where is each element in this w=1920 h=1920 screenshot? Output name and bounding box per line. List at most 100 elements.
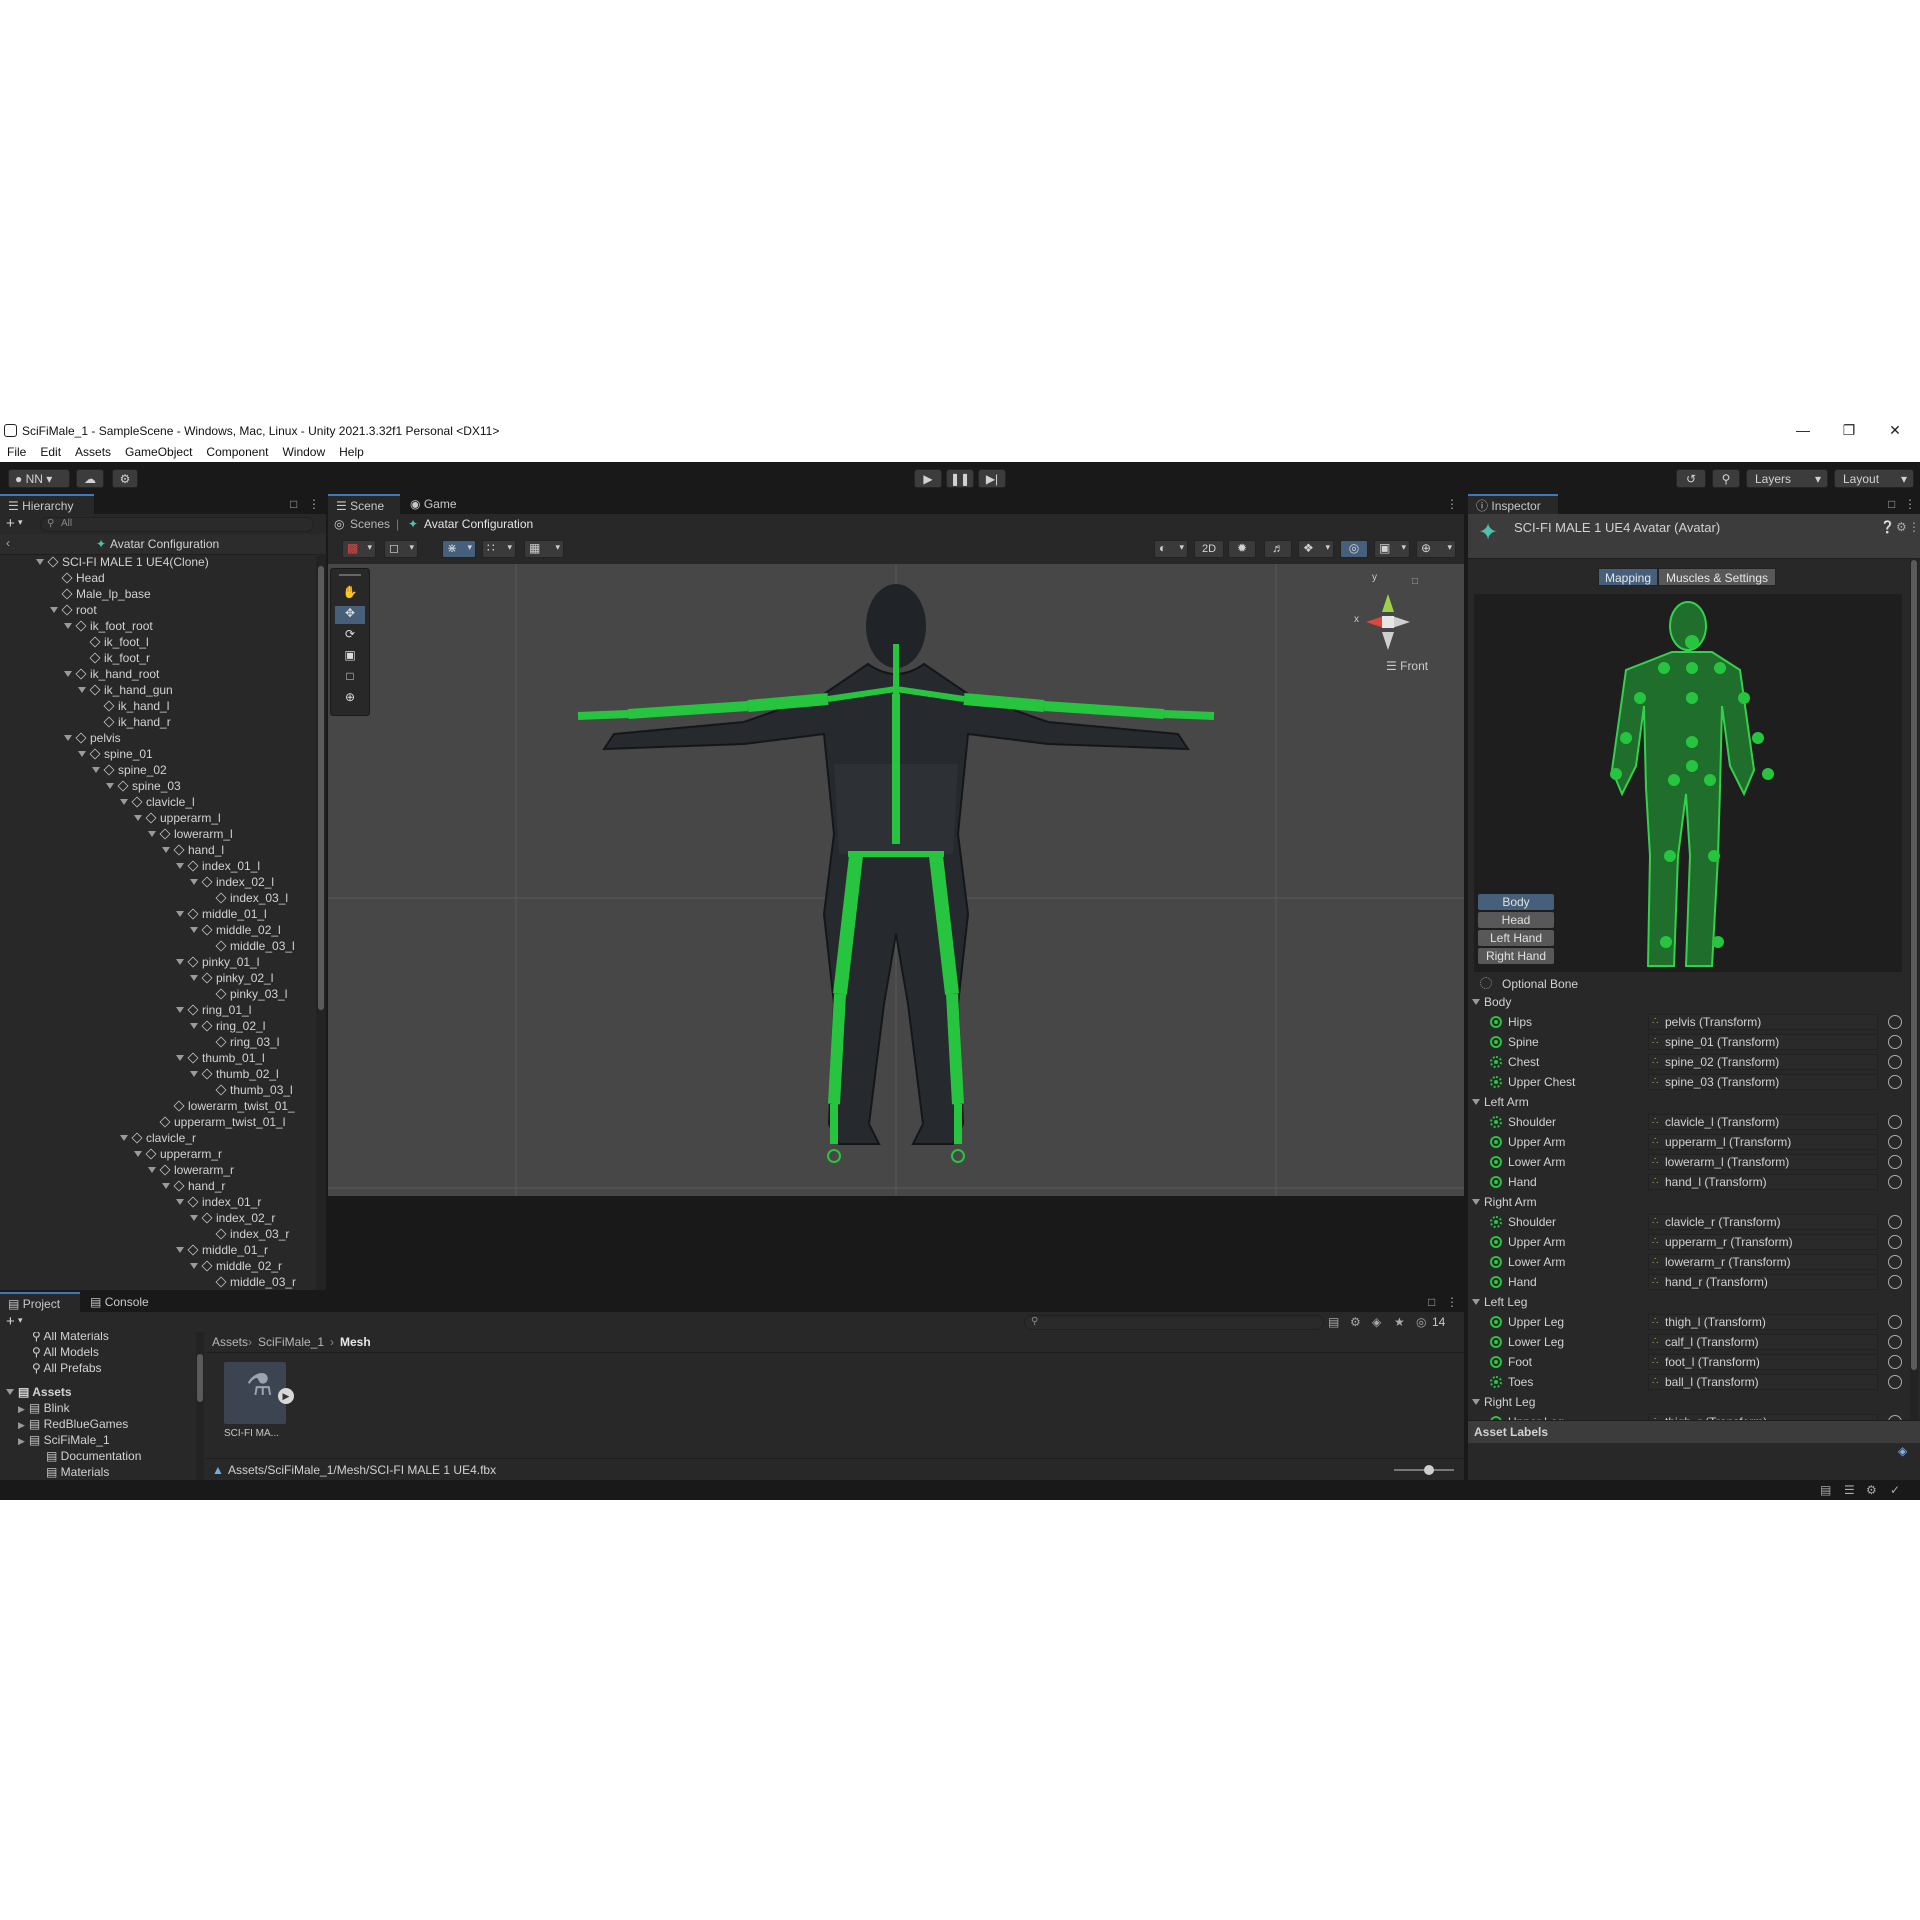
slider-handle[interactable] [1424,1465,1434,1475]
increment-snap-toggle[interactable]: ▦ ▾ [524,540,564,558]
bone-status-icon[interactable] [1490,1336,1502,1348]
bone-transform-field[interactable]: ∴ spine_03 (Transform) [1648,1074,1878,1090]
hierarchy-item[interactable]: lowerarm_twist_01_ [162,1098,295,1114]
bone-status-icon[interactable] [1490,1176,1502,1188]
hierarchy-item[interactable]: middle_03_l [204,938,295,954]
fold-arrow-icon[interactable] [78,751,86,757]
lock-icon[interactable]: □ [290,497,297,511]
menu-edit[interactable]: Edit [33,442,68,459]
hierarchy-item[interactable]: clavicle_l [120,794,195,810]
grid-snap-toggle[interactable]: ⋇ ▾ [442,540,476,558]
bone-group-header[interactable]: Body [1472,994,1511,1010]
cloud-button[interactable]: ☁ [76,469,104,488]
lock-icon[interactable]: □ [1428,1295,1435,1309]
bone-status-icon[interactable] [1490,1276,1502,1288]
object-picker-icon[interactable] [1888,1035,1902,1049]
hierarchy-item[interactable]: middle_02_r [190,1258,282,1274]
scale-tool-icon[interactable]: ▣ [335,648,365,666]
2d-toggle[interactable]: 2D [1194,540,1224,558]
object-picker-icon[interactable] [1888,1115,1902,1129]
scene-viewport[interactable]: y x □ ☰ Front ✋ ✥ ⟳ ▣ □ ⊕ [328,564,1464,1196]
fold-arrow-icon[interactable] [190,879,198,885]
breadcrumb-assets[interactable]: Assets [212,1335,248,1349]
gizmos-dropdown[interactable]: ⊕ ▾ [1416,540,1456,558]
folder-item[interactable]: ▶ ▤ SciFiMale_1 [18,1432,110,1448]
object-picker-icon[interactable] [1888,1155,1902,1169]
hierarchy-item[interactable]: ik_hand_gun [78,682,173,698]
bone-group-header[interactable]: Right Leg [1472,1394,1535,1410]
tab-inspector[interactable]: ⓘ Inspector [1468,494,1558,514]
bone-transform-field[interactable]: ∴ upperarm_r (Transform) [1648,1234,1878,1250]
fold-arrow-icon[interactable] [162,1183,170,1189]
object-picker-icon[interactable] [1888,1275,1902,1289]
bone-status-icon[interactable] [1490,1236,1502,1248]
object-picker-icon[interactable] [1888,1015,1902,1029]
chevron-down-icon[interactable]: ▾ [18,1315,23,1326]
fold-arrow-icon[interactable]: ▶ [18,1436,25,1446]
grid-visibility-toggle[interactable]: ∷ ▾ [482,540,516,558]
fold-arrow-icon[interactable] [1472,1099,1480,1105]
bone-transform-field[interactable]: ∴ lowerarm_l (Transform) [1648,1154,1878,1170]
orientation-gizmo[interactable] [1366,594,1410,650]
fold-arrow-icon[interactable] [78,687,86,693]
fold-arrow-icon[interactable] [190,927,198,933]
hierarchy-item[interactable]: pinky_01_l [176,954,259,970]
hierarchy-item[interactable]: index_03_l [204,890,288,906]
expand-asset-icon[interactable]: ▶ [278,1388,294,1404]
fold-arrow-icon[interactable] [134,815,142,821]
play-button[interactable]: ▶ [914,469,942,488]
menu-window[interactable]: Window [275,442,332,459]
hierarchy-item[interactable]: clavicle_r [120,1130,196,1146]
hierarchy-scrollbar[interactable] [316,554,326,1290]
hierarchy-item[interactable]: ik_foot_r [78,650,150,666]
lock-icon[interactable]: □ [1888,497,1895,511]
fold-arrow-icon[interactable] [190,1215,198,1221]
assets-root[interactable]: ▤ Assets [6,1384,72,1400]
gizmo-view-label[interactable]: ☰ Front [1386,659,1428,673]
tab-hierarchy[interactable]: ☰ Hierarchy [0,494,94,514]
menu-gameobject[interactable]: GameObject [118,442,199,459]
history-button[interactable]: ↺ [1676,469,1706,488]
bone-status-icon[interactable] [1490,1016,1502,1028]
audio-toggle[interactable]: ♬ [1264,540,1292,558]
hierarchy-item[interactable]: lowerarm_l [148,826,233,842]
fold-arrow-icon[interactable] [176,1055,184,1061]
hierarchy-item[interactable]: ring_02_l [190,1018,265,1034]
hierarchy-item[interactable]: ik_hand_root [64,666,159,682]
object-picker-icon[interactable] [1888,1075,1902,1089]
hierarchy-item[interactable]: ik_hand_l [92,698,169,714]
hierarchy-item[interactable]: index_01_r [176,1194,261,1210]
shading-mode-dropdown[interactable]: ◐ ▾ [1154,540,1188,558]
hierarchy-item[interactable]: root [50,602,97,618]
breadcrumb-mesh[interactable]: Mesh [340,1335,371,1349]
fold-arrow-icon[interactable] [148,1167,156,1173]
favorite-all-prefabs[interactable]: ⚲ All Prefabs [32,1360,102,1376]
rotate-tool-icon[interactable]: ⟳ [335,627,365,645]
fold-arrow-icon[interactable] [1472,1199,1480,1205]
hierarchy-item[interactable]: thumb_02_l [190,1066,279,1082]
filter-icon[interactable]: ⚙ [1350,1315,1361,1329]
lock-icon[interactable]: □ [1412,576,1418,587]
fold-arrow-icon[interactable] [36,559,44,565]
scrollbar-thumb[interactable] [318,566,324,1010]
hierarchy-item[interactable]: spine_01 [78,746,153,762]
hierarchy-search-input[interactable]: ⚲ All [40,517,314,532]
hierarchy-item[interactable]: index_01_l [176,858,260,874]
camera-dropdown[interactable]: ▣ ▾ [1374,540,1410,558]
fold-arrow-icon[interactable] [134,1151,142,1157]
kebab-menu-icon[interactable]: ⋮ [308,497,320,511]
menu-help[interactable]: Help [332,442,371,459]
layers-dropdown[interactable]: Layers ▾ [1746,469,1828,488]
breadcrumb-current[interactable]: Avatar Configuration [424,517,533,531]
lighting-toggle[interactable]: ✹ [1228,540,1256,558]
preset-icon[interactable]: ⚙ [1896,520,1907,534]
scrollbar-thumb[interactable] [197,1354,203,1402]
fold-arrow-icon[interactable] [50,607,58,613]
fold-arrow-icon[interactable] [190,1263,198,1269]
fold-arrow-icon[interactable] [92,767,100,773]
kebab-menu-icon[interactable]: ⋮ [1446,497,1458,511]
bone-transform-field[interactable]: ∴ thigh_l (Transform) [1648,1314,1878,1330]
draw-mode-dropdown[interactable]: ▩ ▾ [342,540,376,558]
collab-button[interactable]: ⚙ [112,469,138,488]
bone-status-icon[interactable] [1490,1256,1502,1268]
